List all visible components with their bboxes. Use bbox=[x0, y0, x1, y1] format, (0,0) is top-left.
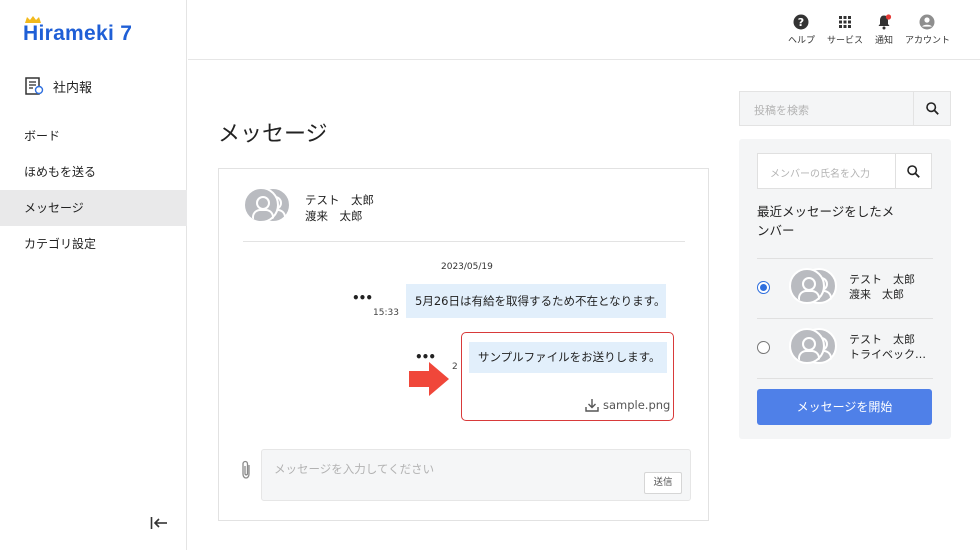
services-button[interactable]: サービス bbox=[827, 14, 863, 46]
app-title-label: 社内報 bbox=[53, 80, 93, 96]
logo-text: Hirameki 7 bbox=[23, 22, 133, 45]
member-name: トライベック… bbox=[849, 348, 926, 361]
message-time: 2 bbox=[452, 362, 458, 372]
recent-members-title: 最近メッセージをしたメンバー bbox=[757, 204, 895, 238]
member-list-end bbox=[739, 378, 951, 379]
participants-avatar bbox=[243, 187, 293, 225]
account-icon bbox=[919, 14, 935, 30]
help-label: ヘルプ bbox=[787, 36, 815, 46]
sidebar-item-messages[interactable]: メッセージ bbox=[0, 190, 187, 226]
grid-icon bbox=[838, 16, 851, 28]
avatar bbox=[789, 328, 825, 364]
search-icon bbox=[907, 164, 920, 178]
crown-icon bbox=[25, 16, 41, 23]
notifications-button[interactable]: 通知 bbox=[875, 14, 893, 46]
member-radio[interactable] bbox=[757, 341, 770, 354]
member-name: 渡来 太郎 bbox=[849, 288, 904, 301]
account-label: アカウント bbox=[904, 36, 950, 46]
divider bbox=[757, 378, 933, 379]
message-input-placeholder: メッセージを入力してください bbox=[274, 462, 435, 476]
member-search-input[interactable]: メンバーの氏名を入力 bbox=[757, 153, 932, 189]
topbar: ? ヘルプ サービス 通知 アカウント bbox=[188, 0, 980, 60]
sidebar-item-send-praise[interactable]: ほめもを送る bbox=[0, 154, 187, 190]
participant-name: 渡来 太郎 bbox=[305, 209, 363, 223]
highlight-frame bbox=[461, 332, 674, 421]
message-bubble: 5月26日は有給を取得するため不在となります。 bbox=[406, 284, 666, 318]
conversation-header: テスト 太郎 渡来 太郎 bbox=[243, 187, 685, 242]
divider bbox=[757, 258, 933, 259]
notifications-label: 通知 bbox=[874, 36, 893, 46]
newspaper-icon bbox=[25, 77, 44, 95]
paperclip-icon[interactable] bbox=[239, 460, 253, 480]
member-search-placeholder: メンバーの氏名を入力 bbox=[770, 169, 870, 180]
member-name: テスト 太郎 bbox=[849, 273, 915, 286]
send-button[interactable]: 送信 bbox=[644, 472, 682, 494]
member-radio[interactable] bbox=[757, 281, 770, 294]
participant-name: テスト 太郎 bbox=[305, 193, 374, 207]
message-input[interactable]: メッセージを入力してください 送信 bbox=[261, 449, 691, 501]
pointer-arrow-icon bbox=[409, 362, 449, 396]
member-name: テスト 太郎 bbox=[849, 333, 915, 346]
member-names: テスト 太郎 トライベック… bbox=[849, 332, 939, 362]
sidebar-nav: ボード ほめもを送る メッセージ カテゴリ設定 bbox=[0, 118, 187, 262]
sidebar-item-category-settings[interactable]: カテゴリ設定 bbox=[0, 226, 187, 262]
divider bbox=[757, 318, 933, 319]
member-search-button[interactable] bbox=[895, 154, 931, 188]
collapse-sidebar-icon[interactable] bbox=[150, 514, 168, 533]
help-button[interactable]: ? ヘルプ bbox=[788, 14, 815, 46]
svg-text:?: ? bbox=[798, 16, 804, 29]
message-date: 2023/05/19 bbox=[441, 262, 493, 272]
app-logo[interactable]: Hirameki 7 bbox=[23, 16, 133, 46]
participant-names: テスト 太郎 渡来 太郎 bbox=[305, 192, 374, 224]
message-menu-icon[interactable]: ••• bbox=[352, 291, 373, 305]
topbar-actions: ? ヘルプ サービス 通知 アカウント bbox=[776, 14, 950, 46]
member-row[interactable]: テスト 太郎 渡来 太郎 bbox=[739, 258, 951, 318]
message-time: 15:33 bbox=[373, 308, 399, 318]
member-avatar bbox=[789, 328, 839, 366]
member-row[interactable]: テスト 太郎 トライベック… bbox=[739, 318, 951, 378]
start-message-button[interactable]: メッセージを開始 bbox=[757, 389, 932, 425]
member-names: テスト 太郎 渡来 太郎 bbox=[849, 272, 939, 302]
post-search-button[interactable] bbox=[913, 92, 950, 125]
avatar bbox=[243, 187, 279, 223]
member-panel: メンバーの氏名を入力 最近メッセージをしたメンバー テスト 太郎 渡来 太郎 テ… bbox=[739, 139, 951, 439]
post-search-placeholder: 投稿を検索 bbox=[754, 104, 809, 117]
sidebar: Hirameki 7 社内報 ボード ほめもを送る メッセージ カテゴリ設定 bbox=[0, 0, 187, 550]
page-title: メッセージ bbox=[218, 122, 328, 147]
post-search-input[interactable]: 投稿を検索 bbox=[739, 91, 951, 126]
help-icon: ? bbox=[793, 14, 809, 30]
search-icon bbox=[925, 102, 939, 115]
account-button[interactable]: アカウント bbox=[905, 14, 950, 46]
member-avatar bbox=[789, 268, 839, 306]
services-label: サービス bbox=[826, 36, 863, 46]
sidebar-item-board[interactable]: ボード bbox=[0, 118, 187, 154]
app-title[interactable]: 社内報 bbox=[24, 76, 92, 96]
conversation-card: テスト 太郎 渡来 太郎 2023/05/19 ••• 15:33 5月26日は… bbox=[218, 168, 709, 521]
avatar bbox=[789, 268, 825, 304]
bell-icon bbox=[878, 14, 892, 30]
